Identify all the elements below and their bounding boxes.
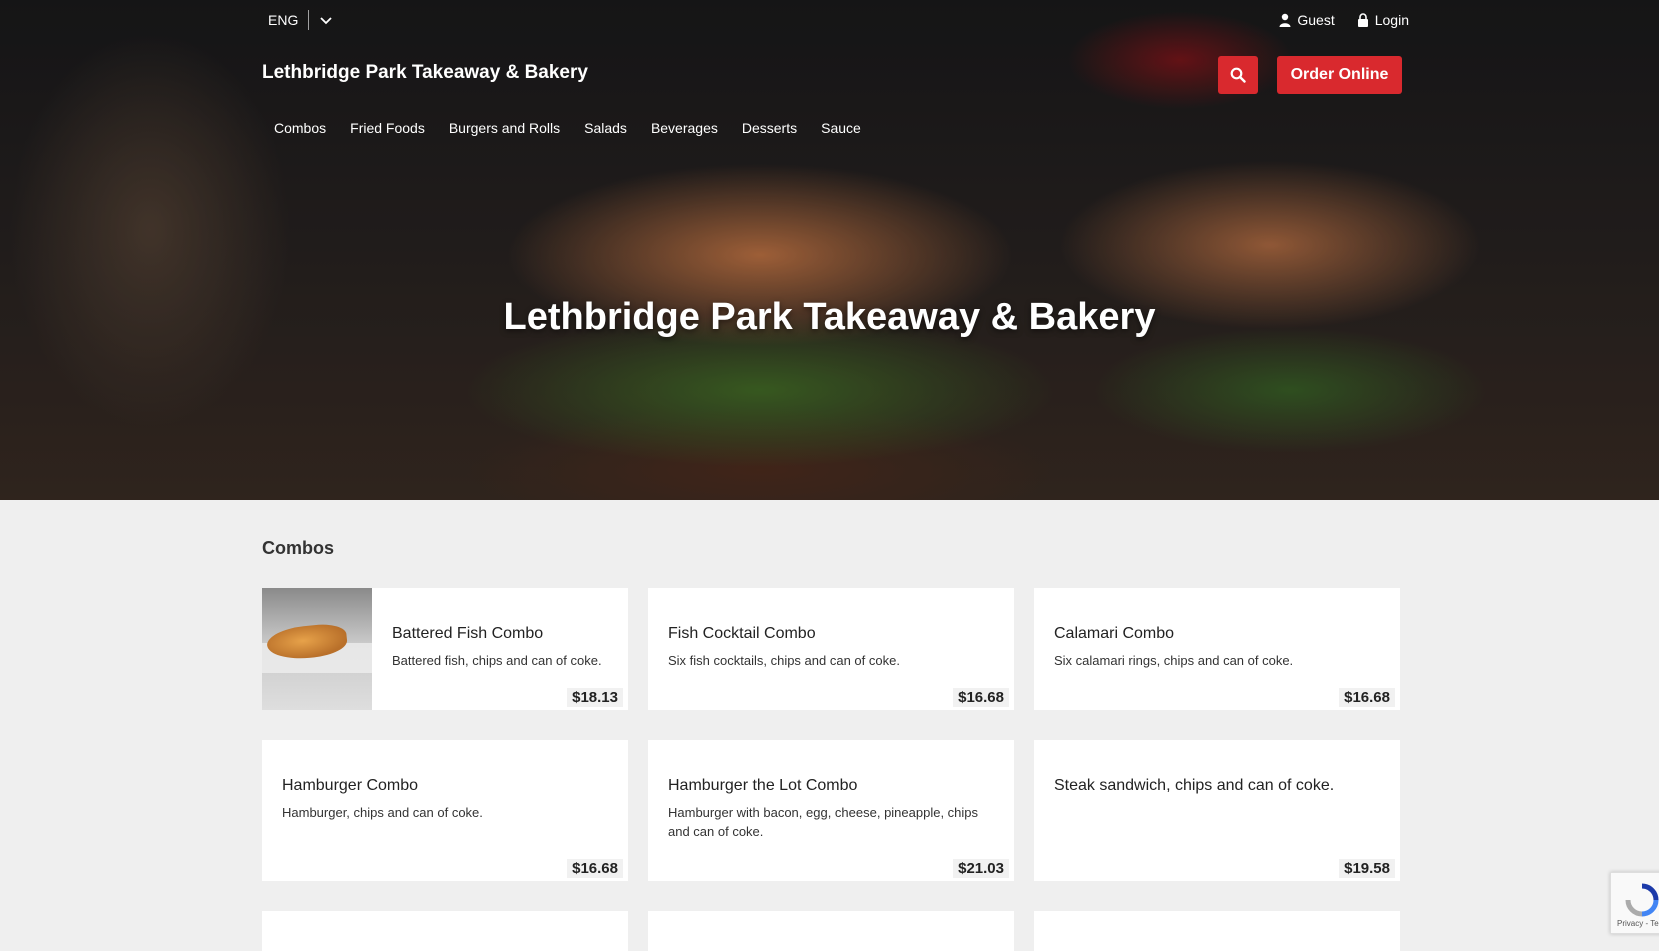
chevron-down-icon[interactable] [319, 13, 333, 27]
menu-item-card[interactable]: Hamburger Combo Hamburger, chips and can… [262, 740, 628, 881]
recaptcha-icon [1625, 883, 1659, 917]
search-icon [1230, 67, 1246, 83]
item-price: $16.68 [1339, 688, 1395, 707]
item-price: $16.68 [567, 859, 623, 878]
item-description: Six calamari rings, chips and can of cok… [1054, 653, 1294, 668]
item-description: Six fish cocktails, chips and can of cok… [668, 653, 900, 668]
nav-item-fried-foods[interactable]: Fried Foods [350, 120, 425, 136]
hero-banner: ENG Guest Login Lethbridge Park Takeaway… [0, 0, 1659, 500]
item-price: $16.68 [953, 688, 1009, 707]
language-selector[interactable]: ENG [268, 10, 333, 30]
category-nav: Combos Fried Foods Burgers and Rolls Sal… [274, 120, 861, 136]
item-price: $21.03 [953, 859, 1009, 878]
item-description: Hamburger with bacon, egg, cheese, pinea… [668, 805, 979, 839]
item-price: $18.13 [567, 688, 623, 707]
nav-item-burgers-and-rolls[interactable]: Burgers and Rolls [449, 120, 560, 136]
item-photo [262, 588, 372, 710]
menu-item-card[interactable] [648, 911, 1014, 951]
language-divider [308, 10, 310, 30]
item-price: $19.58 [1339, 859, 1395, 878]
order-online-button[interactable]: Order Online [1277, 56, 1402, 94]
user-icon [1279, 13, 1291, 27]
recaptcha-badge[interactable]: Privacy - Te [1610, 872, 1659, 934]
brand-name[interactable]: Lethbridge Park Takeaway & Bakery [262, 62, 588, 84]
language-label: ENG [268, 12, 299, 28]
nav-item-combos[interactable]: Combos [274, 120, 326, 136]
item-description: Battered fish, chips and can of coke. [392, 653, 602, 668]
item-name: Battered Fish Combo [392, 625, 544, 642]
guest-link[interactable]: Guest [1279, 12, 1335, 28]
item-name: Hamburger Combo [282, 777, 419, 794]
search-button[interactable] [1218, 56, 1258, 94]
nav-item-salads[interactable]: Salads [584, 120, 627, 136]
menu-item-card[interactable]: Steak sandwich, chips and can of coke. $… [1034, 740, 1400, 881]
menu-item-card[interactable]: Calamari Combo Six calamari rings, chips… [1034, 588, 1400, 710]
login-label: Login [1374, 12, 1409, 28]
item-name: Calamari Combo [1054, 625, 1175, 642]
nav-item-desserts[interactable]: Desserts [742, 120, 797, 136]
menu-item-card[interactable]: Battered Fish Combo Battered fish, chips… [262, 588, 628, 710]
guest-label: Guest [1297, 12, 1335, 28]
user-links: Guest Login [1279, 10, 1409, 30]
item-name: Steak sandwich, chips and can of coke. [1054, 777, 1335, 794]
section-title: Combos [262, 538, 334, 558]
menu-item-card[interactable]: Hamburger the Lot Combo Hamburger with b… [648, 740, 1014, 881]
hero-overlay [0, 0, 1659, 500]
nav-item-sauce[interactable]: Sauce [821, 120, 861, 136]
login-link[interactable]: Login [1357, 12, 1409, 28]
menu-item-card[interactable]: Fish Cocktail Combo Six fish cocktails, … [648, 588, 1014, 710]
hero-title: Lethbridge Park Takeaway & Bakery [503, 296, 1156, 338]
item-name: Hamburger the Lot Combo [668, 777, 858, 794]
menu-item-card[interactable] [262, 911, 628, 951]
nav-item-beverages[interactable]: Beverages [651, 120, 718, 136]
menu-item-card[interactable] [1034, 911, 1400, 951]
item-description: Hamburger, chips and can of coke. [282, 805, 483, 820]
recaptcha-text[interactable]: Privacy - Te [1617, 919, 1659, 928]
lock-icon [1357, 13, 1368, 27]
item-name: Fish Cocktail Combo [668, 625, 816, 642]
